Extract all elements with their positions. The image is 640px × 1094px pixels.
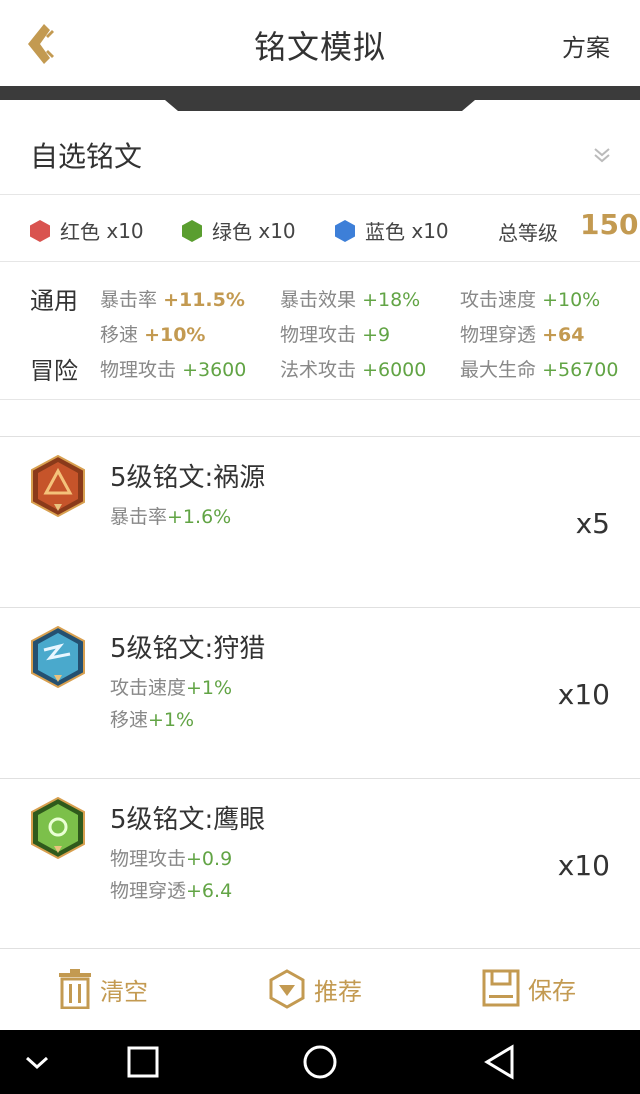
stat-item: 最大生命 +56700 (460, 359, 619, 381)
header: 铭文模拟 方案 (0, 0, 640, 86)
color-count: x10 (258, 218, 296, 243)
total-level-value: 150 (580, 208, 639, 241)
rune-name: 5级铭文:狩猎 (110, 634, 266, 664)
chevron-down-icon (594, 148, 610, 163)
list-item[interactable]: 5级铭文:鹰眼 物理攻击+0.9 物理穿透+6.4 x10 (0, 778, 640, 949)
green-hexagon-icon (182, 219, 202, 242)
color-name: 绿色 (212, 220, 252, 244)
list-item[interactable]: 5级铭文:祸源 暴击率+1.6% x5 (0, 436, 640, 607)
page-title: 铭文模拟 (253, 28, 386, 66)
stat-item: 暴击效果 +18% (280, 289, 421, 311)
rune-name: 5级铭文:鹰眼 (110, 805, 266, 835)
color-name: 红色 (60, 220, 100, 244)
back-nav-icon[interactable] (482, 1044, 518, 1080)
back-button[interactable] (24, 22, 64, 66)
blue-hexagon-icon (335, 219, 355, 242)
rune-count: x10 (557, 678, 610, 711)
adventure-label: 冒险 (30, 357, 78, 385)
stat-item: 物理穿透 +64 (460, 324, 585, 346)
rune-list: 5级铭文:祸源 暴击率+1.6% x5 5级铭文:狩猎 攻击速度+1% 移速+1… (0, 436, 640, 949)
color-summary: 红色 x10 绿色 x10 蓝色 x10 总等级 150 (0, 196, 640, 262)
stat-item: 法术攻击 +6000 (280, 359, 427, 381)
rune-attr: 攻击速度+1% (110, 677, 233, 699)
stats-panel: 通用 冒险 暴击率 +11.5% 暴击效果 +18% 攻击速度 +10% 移速 … (0, 263, 640, 400)
general-label: 通用 (30, 287, 78, 315)
stat-item: 物理攻击 +3600 (100, 359, 247, 381)
recents-icon[interactable] (125, 1044, 161, 1080)
blue-rune-icon (31, 626, 85, 688)
trash-icon (59, 969, 91, 1009)
rune-attr: 暴击率+1.6% (110, 506, 232, 528)
tab-indicator-bar (0, 86, 640, 111)
save-button[interactable]: 保存 (482, 969, 576, 1007)
total-level-label: 总等级 (498, 221, 558, 245)
system-nav-bar (0, 1030, 640, 1094)
rune-count: x10 (557, 849, 610, 882)
stat-item: 暴击率 +11.5% (100, 289, 245, 311)
stat-item: 物理攻击 +9 (280, 324, 391, 346)
color-green: 绿色 x10 (180, 216, 296, 245)
list-item[interactable]: 5级铭文:狩猎 攻击速度+1% 移速+1% x10 (0, 607, 640, 778)
home-icon[interactable] (302, 1044, 338, 1080)
green-rune-icon (31, 797, 85, 859)
action-bar: 清空 推荐 保存 (0, 948, 640, 1030)
plan-button[interactable]: 方案 (562, 28, 610, 63)
selector-label: 自选铭文 (30, 140, 143, 173)
rune-count: x5 (575, 507, 610, 540)
clear-button[interactable]: 清空 (58, 969, 148, 1009)
hide-keyboard-icon[interactable] (22, 1044, 52, 1080)
color-name: 蓝色 (365, 220, 405, 244)
color-blue: 蓝色 x10 (333, 216, 449, 245)
stat-item: 移速 +10% (100, 324, 206, 346)
red-hexagon-icon (30, 219, 50, 242)
recommend-button[interactable]: 推荐 (268, 969, 362, 1009)
recommend-label: 推荐 (314, 977, 362, 1006)
color-count: x10 (106, 218, 144, 243)
rune-attr: 物理穿透+6.4 (110, 880, 233, 902)
red-rune-icon (31, 455, 85, 517)
rune-attr: 物理攻击+0.9 (110, 848, 233, 870)
color-red: 红色 x10 (28, 216, 144, 245)
rune-attr: 移速+1% (110, 709, 195, 731)
save-icon (482, 969, 520, 1007)
recommend-icon (269, 969, 305, 1009)
rune-set-selector[interactable]: 自选铭文 (0, 111, 640, 195)
color-count: x10 (411, 218, 449, 243)
rune-name: 5级铭文:祸源 (110, 463, 266, 493)
clear-label: 清空 (100, 977, 148, 1006)
back-arrow-icon (28, 24, 54, 64)
save-label: 保存 (528, 976, 576, 1005)
stat-item: 攻击速度 +10% (460, 289, 601, 311)
